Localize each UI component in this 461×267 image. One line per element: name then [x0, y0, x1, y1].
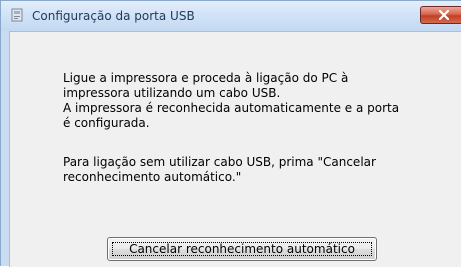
cancel-hint-text: Para ligação sem utilizar cabo USB, prim… — [63, 155, 376, 184]
close-button[interactable] — [420, 6, 461, 24]
instruction-text: Ligue a impressora e proceda à ligação d… — [63, 71, 400, 130]
dialog-body: Ligue a impressora e proceda à ligação d… — [9, 31, 461, 267]
window-title: Configuração da porta USB — [32, 9, 195, 23]
usb-config-icon — [10, 8, 24, 22]
close-icon — [439, 10, 449, 20]
cancel-auto-recognition-label: Cancelar reconhecimento automático — [129, 242, 355, 256]
dialog-window: Configuração da porta USB Ligue a impres… — [0, 0, 461, 267]
title-bar[interactable]: Configuração da porta USB — [1, 1, 461, 31]
cancel-auto-recognition-button[interactable]: Cancelar reconhecimento automático — [107, 237, 377, 261]
